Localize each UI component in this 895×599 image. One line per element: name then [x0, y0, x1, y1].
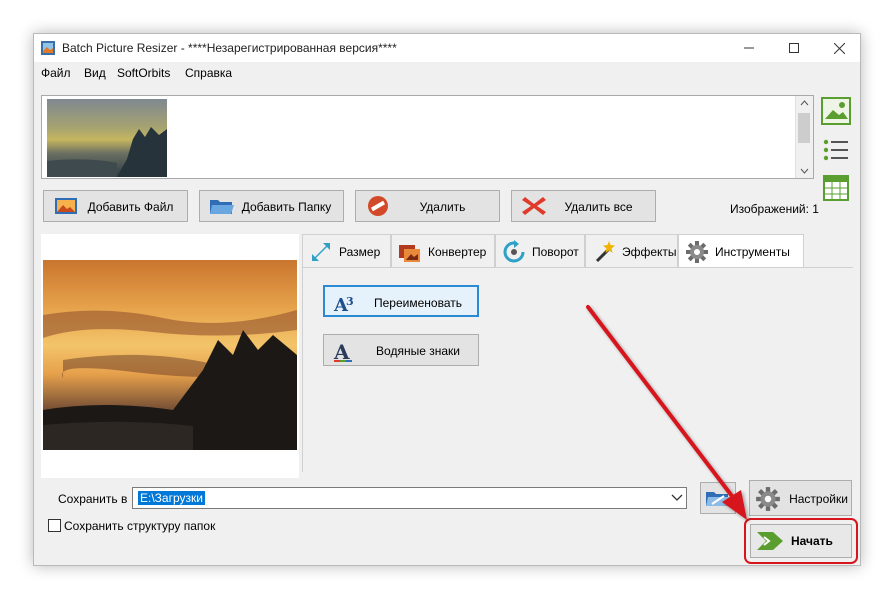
rename-label: Переименовать	[374, 296, 462, 310]
rotate-icon	[503, 240, 525, 263]
chevron-down-icon[interactable]	[671, 493, 683, 503]
app-window: Batch Picture Resizer - ****Незарегистри…	[33, 33, 861, 566]
settings-gear-icon	[756, 487, 780, 511]
app-logo-icon	[41, 41, 55, 55]
gear-icon	[686, 241, 708, 263]
start-arrow-icon	[757, 532, 783, 550]
tab-rotate-label: Поворот	[532, 245, 579, 259]
add-folder-label: Добавить Папку	[241, 200, 332, 214]
scroll-down-icon[interactable]	[796, 164, 813, 178]
minimize-icon	[744, 47, 754, 49]
watermarks-label: Водяные знаки	[376, 344, 460, 358]
tab-tools[interactable]: Инструменты	[678, 234, 804, 268]
scrollbar-thumb[interactable]	[798, 113, 810, 143]
table-view-icon[interactable]	[821, 174, 851, 202]
menu-help[interactable]: Справка	[185, 66, 232, 80]
effects-wand-icon	[595, 241, 615, 263]
menu-file[interactable]: Файл	[41, 66, 71, 80]
add-file-button[interactable]: Добавить Файл	[43, 190, 188, 222]
tab-resize-label: Размер	[339, 245, 381, 259]
keep-folder-structure-checkbox[interactable]	[48, 519, 61, 532]
save-path-value[interactable]: E:\Загрузки	[138, 491, 205, 505]
thumbnail-view-icon[interactable]	[821, 97, 851, 125]
delete-button[interactable]: Удалить	[355, 190, 500, 222]
scroll-up-icon[interactable]	[796, 96, 813, 110]
close-icon	[833, 42, 845, 54]
maximize-icon	[789, 43, 799, 53]
start-button[interactable]: Начать	[750, 524, 852, 558]
thumbnail-tree-silhouette	[47, 127, 167, 177]
start-highlight-frame: Начать	[744, 518, 858, 564]
converter-icon	[399, 245, 420, 262]
list-view-icon[interactable]	[821, 136, 851, 164]
preview-image	[43, 260, 297, 450]
delete-all-button[interactable]: Удалить все	[511, 190, 656, 222]
images-count: Изображений: 1	[730, 202, 819, 216]
add-file-label: Добавить Файл	[87, 200, 174, 214]
resize-icon	[312, 243, 330, 261]
tools-panel: A 3 Переименовать A Водяные знаки	[302, 267, 853, 472]
watermark-icon: A	[333, 340, 352, 363]
settings-button[interactable]: Настройки	[749, 480, 852, 516]
menu-softorbits[interactable]: SoftOrbits	[117, 66, 170, 80]
rename-icon: A 3	[333, 295, 354, 315]
tab-resize[interactable]: Размер	[302, 234, 391, 267]
image-list-scrollbar[interactable]	[795, 96, 813, 178]
start-label: Начать	[791, 534, 833, 548]
preview-sunset-scene	[43, 310, 297, 450]
settings-label: Настройки	[789, 492, 848, 506]
window-title: Batch Picture Resizer - ****Незарегистри…	[62, 41, 397, 55]
delete-all-label: Удалить все	[564, 200, 633, 214]
svg-text:A: A	[333, 340, 350, 363]
menu-bar: Файл Вид SoftOrbits Справка	[34, 62, 860, 84]
tab-effects[interactable]: Эффекты	[585, 234, 678, 267]
rename-button[interactable]: A 3 Переименовать	[323, 285, 479, 317]
save-to-label: Сохранить в	[58, 492, 128, 506]
settings-tabs: Размер Конвертер Поворот Эффекты Инструм…	[302, 234, 853, 474]
delete-label: Удалить	[419, 200, 466, 214]
save-path-combobox[interactable]: E:\Загрузки	[132, 487, 687, 509]
tab-tools-label: Инструменты	[715, 245, 790, 259]
tab-rotate[interactable]: Поворот	[495, 234, 585, 267]
maximize-button[interactable]	[774, 34, 814, 62]
image-list[interactable]	[41, 95, 814, 179]
watermarks-button[interactable]: A Водяные знаки	[323, 334, 479, 366]
title-bar: Batch Picture Resizer - ****Незарегистри…	[34, 34, 860, 62]
svg-text:3: 3	[346, 295, 354, 308]
browse-folder-icon	[706, 492, 730, 506]
close-button[interactable]	[819, 34, 859, 62]
tab-effects-label: Эффекты	[622, 245, 677, 259]
minimize-button[interactable]	[729, 34, 769, 62]
browse-folder-button[interactable]	[700, 482, 736, 514]
menu-view[interactable]: Вид	[84, 66, 106, 80]
image-thumbnail[interactable]	[47, 99, 167, 177]
tab-converter[interactable]: Конвертер	[391, 234, 495, 267]
add-folder-button[interactable]: Добавить Папку	[199, 190, 344, 222]
keep-folder-structure-label[interactable]: Сохранить структуру папок	[64, 519, 215, 533]
image-preview	[41, 234, 299, 478]
tab-converter-label: Конвертер	[428, 245, 487, 259]
